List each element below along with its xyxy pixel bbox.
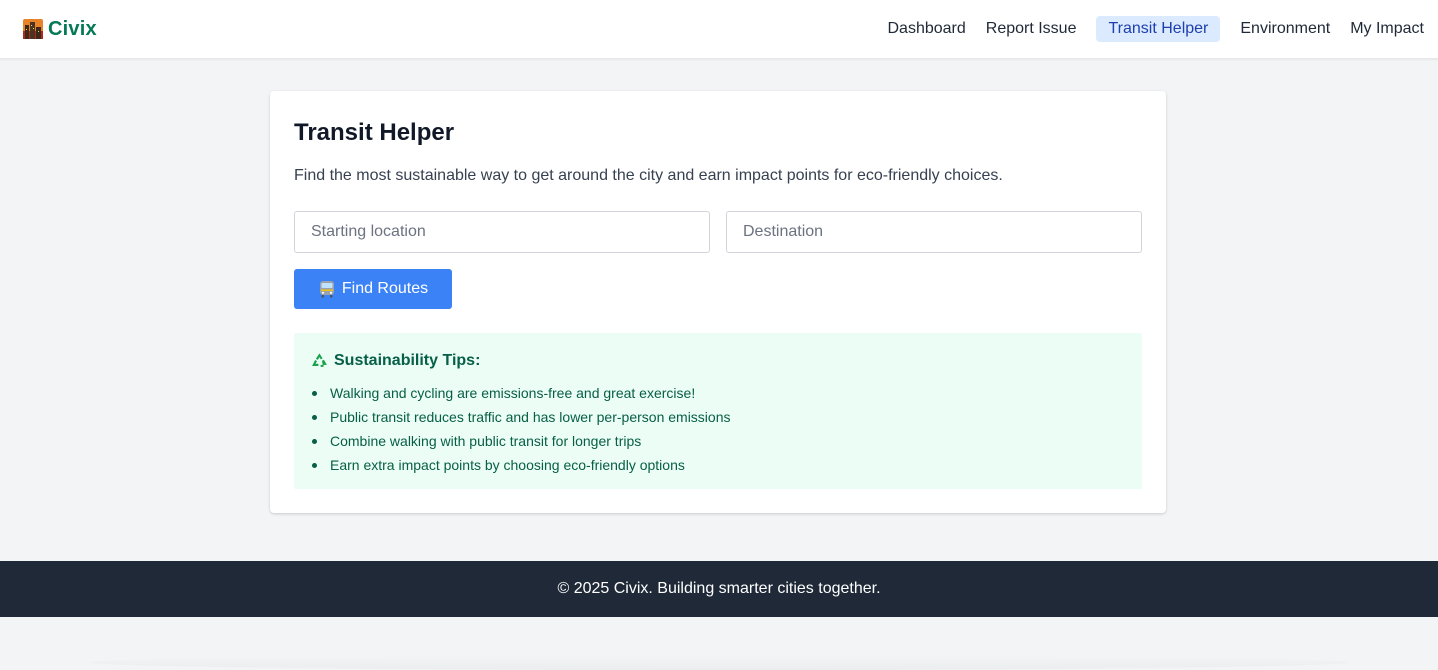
page-footer: © 2025 Civix. Building smarter cities to…: [0, 561, 1438, 617]
destination-input[interactable]: [726, 211, 1142, 253]
tips-heading: Sustainability Tips:: [310, 351, 480, 371]
find-routes-button[interactable]: Find Routes: [294, 269, 452, 309]
starting-location-input[interactable]: [294, 211, 710, 253]
brand-name: Civix: [48, 17, 97, 40]
find-routes-label: Find Routes: [341, 280, 429, 297]
footer-copyright: © 2025 Civix. Building smarter cities to…: [557, 580, 881, 597]
bus-icon: [319, 281, 334, 298]
list-item: Public transit reduces traffic and has l…: [310, 405, 730, 429]
tip-text: Public transit reduces traffic and has l…: [330, 409, 731, 425]
tip-text: Earn extra impact points by choosing eco…: [330, 457, 685, 473]
main-nav: Dashboard Report Issue Transit Helper En…: [877, 16, 1424, 42]
recycle-icon: [312, 352, 327, 367]
bullet-icon: [312, 463, 317, 468]
city-icon: [23, 19, 43, 39]
tip-text: Walking and cycling are emissions-free a…: [330, 385, 696, 401]
tip-text: Combine walking with public transit for …: [330, 433, 642, 449]
nav-dashboard[interactable]: Dashboard: [877, 16, 975, 42]
nav-transit-helper[interactable]: Transit Helper: [1096, 16, 1221, 42]
sustainability-tips-panel: Sustainability Tips: Walking and cycling…: [294, 333, 1142, 489]
nav-my-impact[interactable]: My Impact: [1340, 16, 1434, 42]
bullet-icon: [312, 391, 317, 396]
top-navbar: Civix Dashboard Report Issue Transit Hel…: [0, 0, 1438, 59]
list-item: Earn extra impact points by choosing eco…: [310, 453, 730, 477]
page-description: Find the most sustainable way to get aro…: [294, 167, 1003, 184]
brand-logo-link[interactable]: Civix: [23, 16, 97, 42]
nav-report-issue[interactable]: Report Issue: [976, 16, 1087, 42]
transit-helper-card: Transit Helper Find the most sustainable…: [270, 91, 1166, 513]
tips-list: Walking and cycling are emissions-free a…: [310, 381, 730, 477]
nav-environment[interactable]: Environment: [1230, 16, 1340, 42]
tips-title: Sustainability Tips:: [334, 352, 481, 369]
bullet-icon: [312, 415, 317, 420]
page-title: Transit Helper: [294, 119, 455, 146]
list-item: Walking and cycling are emissions-free a…: [310, 381, 730, 405]
list-item: Combine walking with public transit for …: [310, 429, 730, 453]
bullet-icon: [312, 439, 317, 444]
bottom-shadow: [90, 655, 1348, 670]
